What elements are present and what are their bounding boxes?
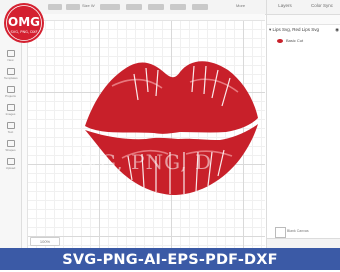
arrange-button[interactable] <box>170 4 186 10</box>
panel-tabs: Layers Color Sync <box>267 0 340 15</box>
tab-color-sync[interactable]: Color Sync <box>304 3 340 9</box>
text-icon <box>6 122 15 129</box>
tool-upload[interactable]: Upload <box>4 158 17 172</box>
svg-text:SVG, PNG, DXF: SVG, PNG, DXF <box>10 30 37 34</box>
banner-text: SVG-PNG-AI-EPS-PDF-DXF <box>62 252 278 268</box>
layers-toolbar <box>267 15 340 25</box>
shapes-icon <box>6 140 15 147</box>
redo-button[interactable] <box>66 4 80 10</box>
upload-icon <box>6 158 15 165</box>
tool-templates[interactable]: Templates <box>4 68 18 82</box>
tool-shapes[interactable]: Shapes <box>4 140 17 154</box>
layers-panel: Layers Color Sync ▾ Lips Svg, Red Lips S… <box>266 0 340 249</box>
layer-name: Basic Cut <box>286 38 304 43</box>
tool-label: Text <box>7 130 14 134</box>
tool-label: Images <box>5 112 16 116</box>
templates-icon <box>6 68 15 75</box>
blank-canvas-label: Blank Canvas <box>287 229 309 233</box>
tool-label: Upload <box>5 166 16 170</box>
more-label[interactable]: More <box>236 3 245 8</box>
tool-label: Shapes <box>5 148 16 152</box>
size-label: Size W <box>82 3 95 8</box>
tool-new[interactable]: New <box>4 50 17 64</box>
left-sidebar: New Templates Projects Images Text Shape… <box>0 14 22 248</box>
new-icon <box>6 50 15 57</box>
tool-label: New <box>7 58 14 62</box>
tool-label: Projects <box>5 94 16 98</box>
zoom-control[interactable]: 100% <box>30 237 60 246</box>
svg-text:OMG: OMG <box>8 15 40 29</box>
tool-label: Templates <box>4 76 18 80</box>
layer-group-row[interactable]: ▾ Lips Svg, Red Lips Svg ◉ <box>269 26 339 34</box>
flip-button[interactable] <box>192 4 208 10</box>
tool-images[interactable]: Images <box>4 104 17 118</box>
projects-icon <box>6 86 15 93</box>
edit-button[interactable] <box>126 4 142 10</box>
tab-layers[interactable]: Layers <box>267 3 303 9</box>
align-button[interactable] <box>148 4 164 10</box>
format-banner: SVG-PNG-AI-EPS-PDF-DXF <box>0 248 340 270</box>
layer-row[interactable]: Basic Cut <box>277 36 337 45</box>
watermark-text: SVG, PNG, D <box>70 150 213 174</box>
chevron-down-icon[interactable]: ▾ <box>269 27 271 32</box>
layer-swatch <box>277 38 283 43</box>
lips-artwork[interactable] <box>82 56 260 202</box>
eye-icon[interactable]: ◉ <box>335 26 339 34</box>
undo-button[interactable] <box>48 4 62 10</box>
omg-logo: OMG SVG, PNG, DXF <box>4 3 44 43</box>
blank-canvas-swatch[interactable] <box>275 227 286 238</box>
tool-text[interactable]: Text <box>4 122 17 136</box>
tool-projects[interactable]: Projects <box>4 86 17 100</box>
operation-select[interactable] <box>100 4 120 10</box>
images-icon <box>6 104 15 111</box>
horizontal-ruler <box>22 14 265 21</box>
layer-group-name: Lips Svg, Red Lips Svg <box>272 27 320 32</box>
